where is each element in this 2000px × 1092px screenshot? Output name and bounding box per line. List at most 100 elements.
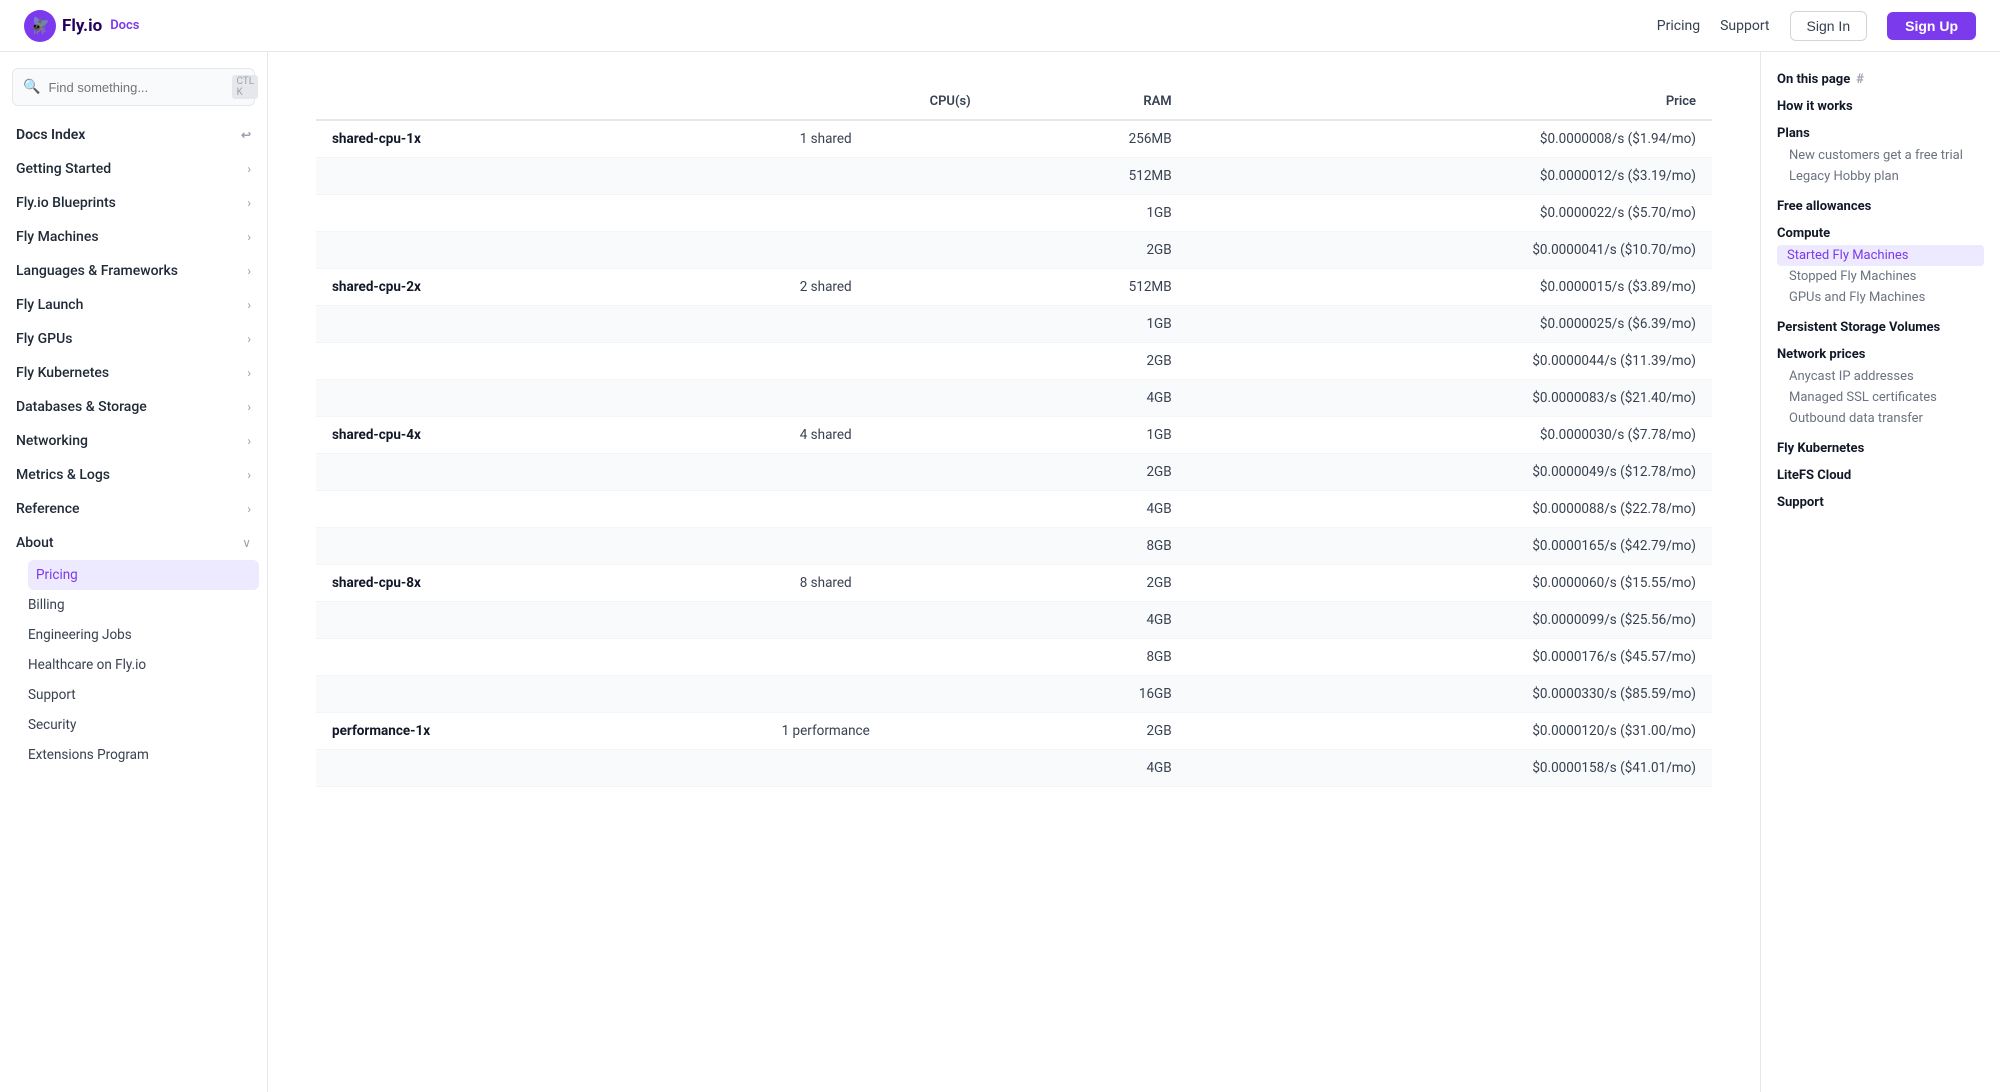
cell-price: $0.0000012/s ($3.19/mo) — [1188, 158, 1712, 195]
cell-name: shared-cpu-1x — [316, 120, 665, 158]
cell-ram: 16GB — [987, 676, 1188, 713]
toc-link[interactable]: Managed SSL certificates — [1777, 387, 1984, 408]
cell-name — [316, 491, 665, 528]
cell-price: $0.0000099/s ($25.56/mo) — [1188, 602, 1712, 639]
chevron-right-icon: › — [247, 366, 251, 380]
sidebar-item-databases[interactable]: Databases & Storage › — [0, 390, 267, 424]
signup-button[interactable]: Sign Up — [1887, 12, 1976, 40]
sidebar-item-metrics[interactable]: Metrics & Logs › — [0, 458, 267, 492]
cell-cpu — [665, 676, 987, 713]
col-header-name — [316, 84, 665, 120]
sidebar-item-about[interactable]: About ∨ — [0, 526, 267, 560]
search-shortcut: CTL K — [232, 75, 258, 99]
toc-link[interactable]: New customers get a free trial — [1777, 145, 1984, 166]
sidebar-item-languages[interactable]: Languages & Frameworks › — [0, 254, 267, 288]
chevron-right-icon: › — [247, 502, 251, 516]
toc-section-label: How it works — [1777, 99, 1984, 114]
cell-price: $0.0000022/s ($5.70/mo) — [1188, 195, 1712, 232]
cell-name: shared-cpu-8x — [316, 565, 665, 602]
support-link[interactable]: Support — [1720, 18, 1769, 34]
sidebar-item-getting-started[interactable]: Getting Started › — [0, 152, 267, 186]
table-row: 4GB$0.0000088/s ($22.78/mo) — [316, 491, 1712, 528]
col-header-ram: RAM — [987, 84, 1188, 120]
sidebar-sub-security[interactable]: Security — [28, 710, 267, 740]
sidebar-sub-engineering-jobs[interactable]: Engineering Jobs — [28, 620, 267, 650]
table-row: 2GB$0.0000049/s ($12.78/mo) — [316, 454, 1712, 491]
cell-cpu: 4 shared — [665, 417, 987, 454]
sidebar-item-fly-gpus[interactable]: Fly GPUs › — [0, 322, 267, 356]
table-row: 4GB$0.0000083/s ($21.40/mo) — [316, 380, 1712, 417]
cell-ram: 2GB — [987, 232, 1188, 269]
cell-cpu — [665, 454, 987, 491]
cell-name — [316, 158, 665, 195]
pricing-link[interactable]: Pricing — [1657, 18, 1700, 34]
chevron-right-icon: › — [247, 230, 251, 244]
table-row: 2GB$0.0000044/s ($11.39/mo) — [316, 343, 1712, 380]
cell-ram: 2GB — [987, 343, 1188, 380]
sidebar-sub-support[interactable]: Support — [28, 680, 267, 710]
search-bar[interactable]: 🔍 CTL K — [12, 68, 255, 106]
toc-link[interactable]: GPUs and Fly Machines — [1777, 287, 1984, 308]
cell-name — [316, 639, 665, 676]
sidebar-sub-healthcare[interactable]: Healthcare on Fly.io — [28, 650, 267, 680]
main-content: CPU(s) RAM Price shared-cpu-1x1 shared25… — [268, 52, 1760, 1092]
cell-name — [316, 306, 665, 343]
table-row: shared-cpu-1x1 shared256MB$0.0000008/s (… — [316, 120, 1712, 158]
cell-name — [316, 343, 665, 380]
toc-section-label: Fly Kubernetes — [1777, 441, 1984, 456]
cell-ram: 2GB — [987, 454, 1188, 491]
sidebar-sub-billing[interactable]: Billing — [28, 590, 267, 620]
toc-link[interactable]: Anycast IP addresses — [1777, 366, 1984, 387]
cell-name: shared-cpu-2x — [316, 269, 665, 306]
signin-button[interactable]: Sign In — [1790, 11, 1868, 41]
table-row: 4GB$0.0000099/s ($25.56/mo) — [316, 602, 1712, 639]
table-row: performance-1x1 performance2GB$0.0000120… — [316, 713, 1712, 750]
cell-cpu — [665, 602, 987, 639]
cell-name — [316, 454, 665, 491]
cell-ram: 512MB — [987, 158, 1188, 195]
hash-icon: # — [1856, 72, 1864, 87]
sidebar-item-fly-kubernetes[interactable]: Fly Kubernetes › — [0, 356, 267, 390]
docs-index-arrow: ↩ — [241, 128, 251, 142]
cell-cpu: 2 shared — [665, 269, 987, 306]
cell-cpu: 1 performance — [665, 713, 987, 750]
sidebar-sub-extensions[interactable]: Extensions Program — [28, 740, 267, 770]
sidebar-item-fly-machines[interactable]: Fly Machines › — [0, 220, 267, 254]
cell-name — [316, 232, 665, 269]
cell-price: $0.0000330/s ($85.59/mo) — [1188, 676, 1712, 713]
cell-cpu — [665, 639, 987, 676]
left-sidebar: 🔍 CTL K Docs Index ↩ Getting Started › F… — [0, 52, 268, 1092]
toc-section-label: LiteFS Cloud — [1777, 468, 1984, 483]
cell-ram: 512MB — [987, 269, 1188, 306]
toc-link[interactable]: Outbound data transfer — [1777, 408, 1984, 429]
cell-price: $0.0000025/s ($6.39/mo) — [1188, 306, 1712, 343]
col-header-price: Price — [1188, 84, 1712, 120]
sidebar-item-reference[interactable]: Reference › — [0, 492, 267, 526]
chevron-down-icon: ∨ — [242, 536, 251, 550]
sidebar-item-fly-launch[interactable]: Fly Launch › — [0, 288, 267, 322]
cell-price: $0.0000120/s ($31.00/mo) — [1188, 713, 1712, 750]
cell-price: $0.0000008/s ($1.94/mo) — [1188, 120, 1712, 158]
table-row: 4GB$0.0000158/s ($41.01/mo) — [316, 750, 1712, 787]
cell-cpu: 8 shared — [665, 565, 987, 602]
sidebar-item-networking[interactable]: Networking › — [0, 424, 267, 458]
sidebar-item-docs-index[interactable]: Docs Index ↩ — [0, 118, 267, 152]
logo-docs: Docs — [110, 18, 139, 33]
cell-cpu — [665, 528, 987, 565]
chevron-right-icon: › — [247, 298, 251, 312]
toc-title: On this page # — [1777, 72, 1984, 87]
cell-name — [316, 750, 665, 787]
toc-section-label: Free allowances — [1777, 199, 1984, 214]
cell-ram: 1GB — [987, 306, 1188, 343]
sidebar-item-blueprints[interactable]: Fly.io Blueprints › — [0, 186, 267, 220]
toc-link[interactable]: Stopped Fly Machines — [1777, 266, 1984, 287]
toc-link[interactable]: Legacy Hobby plan — [1777, 166, 1984, 187]
sidebar-sub-pricing[interactable]: Pricing — [28, 560, 259, 590]
search-input[interactable] — [48, 80, 224, 95]
toc-link[interactable]: Started Fly Machines — [1777, 245, 1984, 266]
table-row: 8GB$0.0000165/s ($42.79/mo) — [316, 528, 1712, 565]
cell-cpu — [665, 306, 987, 343]
search-icon: 🔍 — [23, 79, 40, 95]
table-row: shared-cpu-8x8 shared2GB$0.0000060/s ($1… — [316, 565, 1712, 602]
chevron-right-icon: › — [247, 434, 251, 448]
